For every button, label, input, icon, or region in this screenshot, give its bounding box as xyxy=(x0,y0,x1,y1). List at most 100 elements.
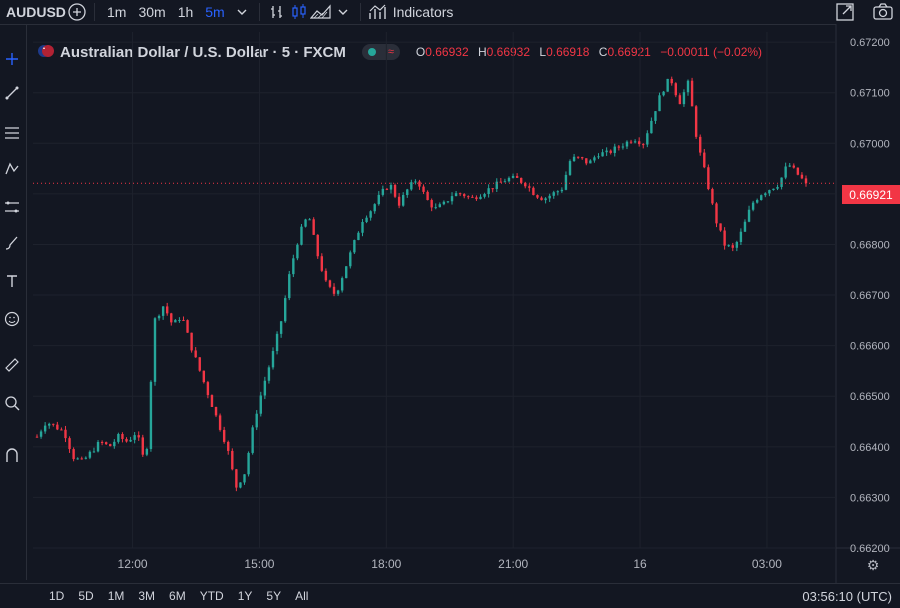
indicators-button[interactable]: Indicators xyxy=(393,4,454,20)
candle-body xyxy=(214,407,218,416)
candle-body xyxy=(617,146,621,148)
range-5y[interactable]: 5Y xyxy=(259,589,288,603)
candle-body xyxy=(487,188,490,194)
candle-body xyxy=(235,469,238,488)
interval-30m[interactable]: 30m xyxy=(132,4,171,20)
candle-body xyxy=(532,187,535,196)
candle-body xyxy=(39,431,43,437)
chevron-down-icon[interactable] xyxy=(231,1,253,23)
range-1m[interactable]: 1M xyxy=(101,589,132,603)
candle-body xyxy=(186,320,189,333)
indicators-icon[interactable] xyxy=(367,1,389,23)
x-tick-label: 15:00 xyxy=(244,557,274,571)
divider xyxy=(94,3,95,21)
bottom-toolbar: 1D 5D 1M 3M 6M YTD 1Y 5Y All 03:56:10 (U… xyxy=(0,583,900,608)
candle-body xyxy=(703,152,706,168)
candle-body xyxy=(194,350,197,358)
candle-body xyxy=(190,332,193,351)
candle-body xyxy=(800,174,804,179)
candle-body xyxy=(450,196,454,202)
compare-add-icon[interactable] xyxy=(66,1,88,23)
candle-body xyxy=(458,193,462,195)
candle-body xyxy=(149,381,153,449)
candle-body xyxy=(593,157,596,161)
candle-body xyxy=(784,166,787,178)
candle-body xyxy=(670,78,673,84)
range-1d[interactable]: 1D xyxy=(42,589,71,603)
candle-body xyxy=(755,200,759,203)
candle-body xyxy=(646,133,649,145)
candle-body xyxy=(340,278,344,291)
y-tick-label: 0.66300 xyxy=(850,492,890,504)
candle-body xyxy=(361,221,364,233)
candle-body xyxy=(650,120,653,134)
candle-body xyxy=(528,186,531,188)
utc-clock[interactable]: 03:56:10 (UTC) xyxy=(802,589,892,604)
candle-body xyxy=(629,141,633,143)
candles-icon[interactable] xyxy=(288,1,310,23)
symbol-search-button[interactable]: AUDUSD xyxy=(0,4,66,20)
interval-1m[interactable]: 1m xyxy=(101,4,132,20)
y-tick-label: 0.66600 xyxy=(850,341,890,353)
candle-body xyxy=(711,189,714,204)
candle-body xyxy=(125,438,128,442)
candle-body xyxy=(658,95,661,112)
candle-body xyxy=(267,367,271,381)
candle-body xyxy=(365,217,368,222)
candle-body xyxy=(259,395,262,414)
x-tick-label: 21:00 xyxy=(498,557,528,571)
candle-body xyxy=(662,91,665,96)
candle-body xyxy=(373,204,376,212)
bar-chart-icon[interactable] xyxy=(266,1,288,23)
candle-body xyxy=(719,223,722,231)
y-tick-label: 0.67100 xyxy=(850,88,890,100)
candle-body xyxy=(548,195,551,199)
chevron-down-icon[interactable] xyxy=(332,1,354,23)
candle-body xyxy=(515,175,519,178)
x-tick-label: 03:00 xyxy=(752,557,782,571)
area-chart-icon[interactable] xyxy=(309,1,332,23)
candle-body xyxy=(780,177,783,187)
y-tick-label: 0.67000 xyxy=(850,138,890,150)
candle-body xyxy=(772,188,775,191)
range-5d[interactable]: 5D xyxy=(71,589,100,603)
interval-1h[interactable]: 1h xyxy=(172,4,200,20)
candle-body xyxy=(401,195,405,206)
candle-body xyxy=(764,193,767,196)
snapshot-share-icon[interactable] xyxy=(834,1,856,23)
candle-body xyxy=(625,141,629,147)
candle-body xyxy=(601,152,604,157)
candle-body xyxy=(296,244,299,259)
candle-body xyxy=(406,189,409,196)
range-ytd[interactable]: YTD xyxy=(193,589,231,603)
candle-body xyxy=(153,318,157,382)
interval-5m[interactable]: 5m xyxy=(199,4,230,20)
candle-body xyxy=(129,439,132,442)
candle-body xyxy=(324,270,328,281)
candle-body xyxy=(467,196,470,198)
range-3m[interactable]: 3M xyxy=(131,589,162,603)
candle-body xyxy=(178,320,181,322)
candle-body xyxy=(540,197,543,201)
candle-body xyxy=(735,241,739,248)
candle-body xyxy=(430,200,433,208)
candle-body xyxy=(556,191,560,193)
x-tick-label: 12:00 xyxy=(118,557,148,571)
candle-body xyxy=(422,186,425,192)
range-all[interactable]: All xyxy=(288,589,315,603)
last-price-tag: 0.66921 xyxy=(842,185,900,204)
range-6m[interactable]: 6M xyxy=(162,589,193,603)
candle-body xyxy=(589,160,592,164)
candle-body xyxy=(84,457,88,459)
range-1y[interactable]: 1Y xyxy=(231,589,260,603)
candle-body xyxy=(100,442,104,444)
candle-body xyxy=(471,196,474,198)
candle-body xyxy=(536,195,539,198)
candle-body xyxy=(585,158,588,164)
candle-body xyxy=(597,156,600,158)
camera-icon[interactable] xyxy=(872,1,894,23)
candle-body xyxy=(568,161,572,175)
candlestick-chart[interactable]: 0.672000.671000.670000.669000.668000.667… xyxy=(0,24,900,584)
candle-body xyxy=(52,423,55,425)
candle-body xyxy=(739,231,743,242)
